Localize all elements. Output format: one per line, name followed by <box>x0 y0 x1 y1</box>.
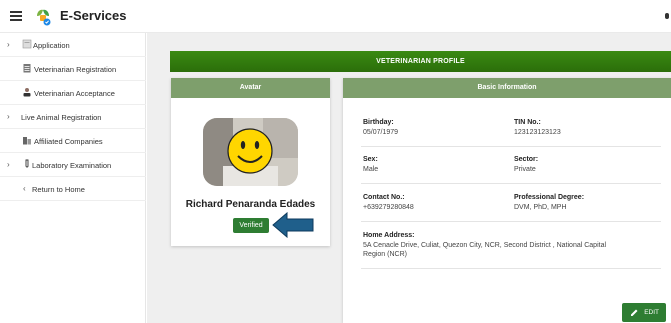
sex-label: Sex: <box>363 156 378 163</box>
sidebar-item-laboratory-examination[interactable]: › Laboratory Examination <box>0 153 146 177</box>
hamburger-menu-icon[interactable] <box>10 11 22 21</box>
document-icon <box>22 39 32 49</box>
chevron-right-icon: › <box>7 160 10 169</box>
basic-info-card: Basic Information Birthday: 05/07/1979 T… <box>343 78 671 323</box>
contact-value: +639279280848 <box>363 204 414 211</box>
degree-value: DVM, PhD, MPH <box>514 204 567 211</box>
divider <box>361 183 661 184</box>
avatar-image <box>203 118 298 186</box>
verified-badge: Verified <box>233 218 269 233</box>
sidebar-item-label: Affiliated Companies <box>34 137 103 146</box>
test-tube-icon <box>25 159 29 168</box>
degree-label: Professional Degree: <box>514 194 585 201</box>
sidebar-item-label: Veterinarian Acceptance <box>34 89 115 98</box>
edit-button[interactable]: EDIT <box>622 303 666 322</box>
avatar-photo <box>203 118 298 186</box>
app-title: E-Services <box>60 8 127 23</box>
sidebar-item-label: Return to Home <box>32 185 85 194</box>
sector-value: Private <box>514 166 536 173</box>
sidebar-item-label: Application <box>33 41 70 50</box>
user-icon <box>23 88 31 97</box>
sector-label: Sector: <box>514 156 539 163</box>
sidebar-item-veterinarian-acceptance[interactable]: Veterinarian Acceptance <box>0 81 146 105</box>
divider <box>361 146 661 147</box>
sidebar-item-affiliated-companies[interactable]: Affiliated Companies <box>0 129 146 153</box>
address-line-1: 5A Cenacle Drive, Culiat, Quezon City, N… <box>363 242 607 249</box>
veterinarian-name: Richard Penaranda Edades <box>185 199 316 210</box>
sidebar: › Application Veterinarian Registration … <box>0 33 146 323</box>
pencil-icon <box>631 309 638 316</box>
birthday-label: Birthday: <box>363 119 394 126</box>
sidebar-item-application[interactable]: › Application <box>0 33 146 57</box>
divider <box>361 268 661 269</box>
sidebar-item-label: Veterinarian Registration <box>34 65 117 74</box>
sidebar-item-label: Live Animal Registration <box>21 113 102 122</box>
eservices-logo-icon <box>37 9 51 26</box>
sidebar-item-live-animal-registration[interactable]: › Live Animal Registration <box>0 105 146 129</box>
sidebar-item-return-home[interactable]: ‹ Return to Home <box>0 177 146 201</box>
top-right-menu-icon[interactable] <box>665 13 669 19</box>
sidebar-item-veterinarian-registration[interactable]: Veterinarian Registration <box>0 57 146 81</box>
birthday-value: 05/07/1979 <box>363 129 399 136</box>
address-line-2: Region (NCR) <box>363 251 407 258</box>
top-bar: E-Services <box>0 0 671 33</box>
sex-value: Male <box>363 166 379 173</box>
tin-value: 123123123123 <box>514 129 561 136</box>
basic-info-title: Basic Information <box>343 78 671 98</box>
address-label: Home Address: <box>363 232 415 239</box>
arrow-left-icon <box>272 212 314 238</box>
edit-button-label: EDIT <box>644 309 659 316</box>
avatar-card-title: Avatar <box>171 78 330 98</box>
divider <box>361 221 661 222</box>
chevron-right-icon: › <box>7 112 10 121</box>
contact-label: Contact No.: <box>363 194 405 201</box>
tin-label: TIN No.: <box>514 119 541 126</box>
sidebar-item-label: Laboratory Examination <box>32 161 112 170</box>
chevron-left-icon: ‹ <box>23 184 26 193</box>
building-icon <box>23 137 31 145</box>
chevron-right-icon: › <box>7 40 10 49</box>
clipboard-icon <box>23 64 31 73</box>
profile-banner: VETERINARIAN PROFILE <box>170 51 671 72</box>
